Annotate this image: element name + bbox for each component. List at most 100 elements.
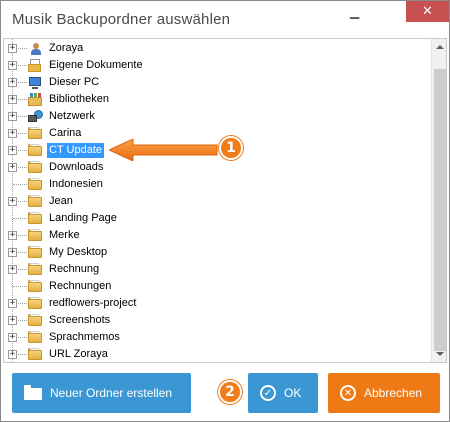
computer-icon bbox=[28, 76, 42, 89]
folder-icon bbox=[28, 314, 42, 326]
folder-icon bbox=[28, 263, 42, 275]
step-badge-2: 2 bbox=[218, 380, 242, 404]
tree-item[interactable]: + Jean bbox=[4, 193, 432, 210]
minimize-icon[interactable]: ▁ bbox=[342, 1, 367, 22]
check-circle-icon: ✓ bbox=[260, 385, 276, 401]
ok-label: OK bbox=[284, 386, 302, 400]
expand-icon[interactable]: + bbox=[8, 146, 17, 155]
tree-item[interactable]: + Screenshots bbox=[4, 312, 432, 329]
expand-icon[interactable]: + bbox=[8, 61, 17, 70]
scroll-up-button[interactable] bbox=[432, 39, 446, 55]
tree-connector bbox=[13, 184, 27, 185]
ok-button[interactable]: ✓ OK bbox=[248, 373, 318, 413]
tree-connector bbox=[18, 354, 27, 355]
folder-icon bbox=[28, 195, 42, 207]
expand-icon[interactable]: + bbox=[8, 44, 17, 53]
tree-connector bbox=[18, 65, 27, 66]
tree-item-label: Screenshots bbox=[49, 314, 111, 326]
tree-connector bbox=[18, 82, 27, 83]
tree-item-label: Jean bbox=[49, 195, 73, 207]
tree-item[interactable]: Indonesien bbox=[4, 176, 432, 193]
cancel-button[interactable]: ✕ Abbrechen bbox=[328, 373, 440, 413]
tree-item-label: Bibliotheken bbox=[49, 93, 109, 105]
close-icon[interactable]: ✕ bbox=[406, 1, 449, 22]
tree-connector bbox=[18, 320, 27, 321]
network-icon bbox=[28, 110, 43, 122]
tree-item-label: Rechnungen bbox=[49, 280, 112, 292]
tree-item-label: CT Update bbox=[47, 143, 104, 158]
expand-icon[interactable]: + bbox=[8, 129, 17, 138]
folder-icon bbox=[28, 246, 42, 258]
tree-item[interactable]: + Zoraya bbox=[4, 40, 432, 57]
folder-icon bbox=[28, 348, 42, 360]
tree-item[interactable]: + Sprachmemos bbox=[4, 329, 432, 346]
tree-item-label: Indonesien bbox=[49, 178, 103, 190]
tree-connector bbox=[18, 337, 27, 338]
tree-item[interactable]: + Eigene Dokumente bbox=[4, 57, 432, 74]
folder-tree-view[interactable]: + Zoraya + Eigene Dokumente + Dieser PC + Bibli… bbox=[3, 38, 447, 363]
expand-icon[interactable]: + bbox=[8, 163, 17, 172]
expand-icon[interactable]: + bbox=[8, 350, 17, 359]
tree-item[interactable]: + Dieser PC bbox=[4, 74, 432, 91]
folder-icon bbox=[28, 127, 42, 139]
folder-icon bbox=[28, 280, 42, 292]
new-folder-label: Neuer Ordner erstellen bbox=[50, 386, 173, 400]
tree-item-label: Merke bbox=[49, 229, 80, 241]
close-circle-icon: ✕ bbox=[340, 385, 356, 401]
tree-item-label: Netzwerk bbox=[49, 110, 95, 122]
tree-item[interactable]: + redflowers-project bbox=[4, 295, 432, 312]
folder-icon bbox=[24, 385, 42, 401]
step-badge-1: 1 bbox=[219, 136, 243, 160]
folder-icon bbox=[28, 331, 42, 343]
tree-item-label: redflowers-project bbox=[49, 297, 137, 309]
scroll-thumb[interactable] bbox=[434, 69, 446, 351]
folder-icon bbox=[28, 229, 42, 241]
documents-icon bbox=[28, 59, 42, 72]
tree-item[interactable]: + Merke bbox=[4, 227, 432, 244]
expand-icon[interactable]: + bbox=[8, 299, 17, 308]
tree-item[interactable]: + Rechnung bbox=[4, 261, 432, 278]
new-folder-button[interactable]: Neuer Ordner erstellen bbox=[12, 373, 191, 413]
tree-connector bbox=[18, 48, 27, 49]
cancel-label: Abbrechen bbox=[364, 386, 423, 400]
tree-item-label: Dieser PC bbox=[49, 76, 100, 88]
expand-icon[interactable]: + bbox=[8, 231, 17, 240]
expand-icon[interactable]: + bbox=[8, 197, 17, 206]
tree-item-label: URL Zoraya bbox=[49, 348, 108, 360]
tree-item-label: Carina bbox=[49, 127, 82, 139]
tree-item-label: Downloads bbox=[49, 161, 104, 173]
expand-icon[interactable]: + bbox=[8, 333, 17, 342]
tree-item[interactable]: + My Desktop bbox=[4, 244, 432, 261]
tree-item[interactable]: Landing Page bbox=[4, 210, 432, 227]
tree-item[interactable]: + Downloads bbox=[4, 159, 432, 176]
expand-icon[interactable]: + bbox=[8, 316, 17, 325]
tree-item[interactable]: + URL Zoraya bbox=[4, 346, 432, 362]
expand-icon[interactable]: + bbox=[8, 265, 17, 274]
expand-icon[interactable]: + bbox=[8, 78, 17, 87]
tree-connector bbox=[18, 303, 27, 304]
chevron-down-icon bbox=[436, 352, 444, 356]
user-folder-icon bbox=[28, 42, 42, 55]
scroll-down-button[interactable] bbox=[432, 346, 446, 362]
tree-item[interactable]: + Bibliotheken bbox=[4, 91, 432, 108]
expand-icon[interactable]: + bbox=[8, 248, 17, 257]
folder-picker-dialog: Musik Backupordner auswählen ▁ ✕ + Zoraya… bbox=[0, 0, 450, 422]
chevron-up-icon bbox=[436, 45, 444, 49]
tree-item-label: Zoraya bbox=[49, 42, 84, 54]
folder-icon bbox=[28, 212, 42, 224]
tree-item-label: Sprachmemos bbox=[49, 331, 120, 343]
tree-connector bbox=[18, 133, 27, 134]
tree-connector bbox=[18, 116, 27, 117]
expand-icon[interactable]: + bbox=[8, 112, 17, 121]
tree-connector bbox=[18, 235, 27, 236]
tree-connector bbox=[18, 99, 27, 100]
expand-icon[interactable]: + bbox=[8, 95, 17, 104]
tree-connector bbox=[18, 201, 27, 202]
folder-icon bbox=[28, 161, 42, 173]
tree-connector bbox=[18, 150, 27, 151]
tree-item[interactable]: + Netzwerk bbox=[4, 108, 432, 125]
tree-item[interactable]: Rechnungen bbox=[4, 278, 432, 295]
callout-arrow-icon bbox=[109, 139, 218, 161]
tree-item-label: Landing Page bbox=[49, 212, 117, 224]
vertical-scrollbar[interactable] bbox=[431, 39, 446, 362]
